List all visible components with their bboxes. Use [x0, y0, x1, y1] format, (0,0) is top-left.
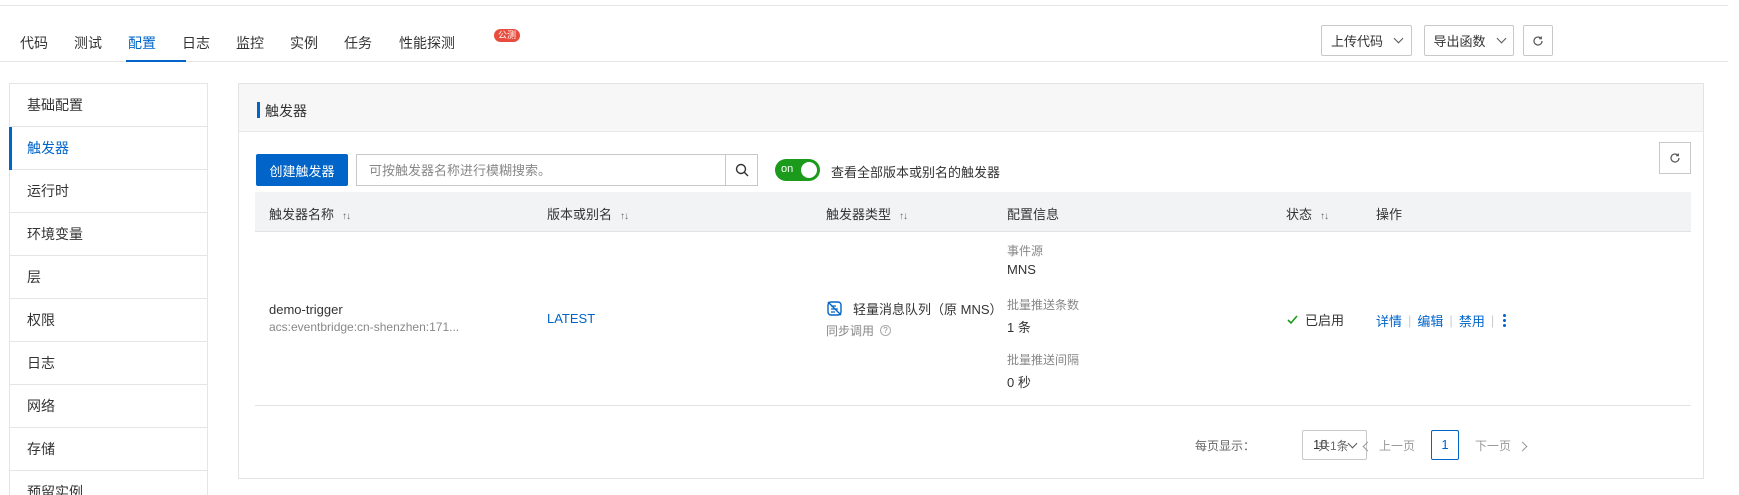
panel-title: 触发器 [265, 103, 307, 119]
sidebar-item-reserved[interactable]: 预留实例 [10, 471, 207, 495]
sidebar-item-trigger[interactable]: 触发器 [9, 127, 207, 170]
config-label-batch-interval: 批量推送间隔 [1007, 353, 1080, 367]
show-all-versions-label: 查看全部版本或别名的触发器 [831, 165, 1001, 180]
sidebar-item-layer[interactable]: 层 [10, 256, 207, 299]
top-refresh-button[interactable] [1523, 25, 1553, 56]
title-accent-bar [257, 102, 260, 118]
page-number-current[interactable]: 1 [1431, 430, 1459, 460]
next-page-label: 下一页 [1475, 439, 1512, 453]
trigger-arn: acs:eventbridge:cn-shenzhen:171... [269, 320, 460, 334]
export-function-label: 导出函数 [1433, 34, 1486, 49]
column-header-status[interactable]: 状态 ↑↓ [1286, 204, 1329, 223]
trigger-name: demo-trigger [269, 302, 343, 317]
prev-page-button[interactable]: 上一页 [1362, 437, 1416, 454]
chevron-down-icon [1347, 438, 1358, 449]
create-trigger-button[interactable]: 创建触发器 [256, 154, 348, 186]
refresh-icon [1670, 153, 1680, 163]
sidebar-item-basic[interactable]: 基础配置 [10, 84, 207, 127]
search-icon [735, 163, 748, 177]
trigger-type: 轻量消息队列（原 MNS） [826, 299, 1003, 318]
beta-badge: 公测 [494, 29, 521, 42]
toggle-state-label: on [781, 163, 794, 175]
version-link[interactable]: LATEST [547, 311, 595, 326]
column-header-name[interactable]: 触发器名称 ↑↓ [269, 204, 351, 223]
check-icon [1287, 315, 1298, 325]
chevron-down-icon [1393, 33, 1404, 44]
column-header-actions: 操作 [1376, 207, 1403, 222]
column-header-config: 配置信息 [1007, 207, 1060, 222]
panel-header: 触发器 [239, 84, 1703, 132]
upload-code-label: 上传代码 [1330, 34, 1383, 49]
tab-task[interactable]: 任务 [344, 33, 372, 53]
action-separator: | [1490, 313, 1495, 328]
config-sidebar: 基础配置 触发器 运行时 环境变量 层 权限 日志 网络 存储 预留实例 [9, 83, 208, 495]
panel-refresh-button[interactable] [1659, 142, 1691, 174]
status-label: 已启用 [1305, 313, 1345, 328]
total-count: 共1条 [1318, 439, 1349, 453]
sidebar-item-env[interactable]: 环境变量 [10, 213, 207, 256]
tab-code[interactable]: 代码 [20, 33, 48, 53]
config-label-batch-size: 批量推送条数 [1007, 298, 1080, 312]
sidebar-item-permission[interactable]: 权限 [10, 299, 207, 342]
prev-page-label: 上一页 [1379, 439, 1416, 453]
column-header-type[interactable]: 触发器类型 ↑↓ [826, 204, 908, 223]
column-header-label: 状态 [1286, 207, 1313, 222]
chevron-right-icon [1517, 441, 1528, 452]
trigger-type-label: 轻量消息队列（原 MNS） [853, 302, 1003, 317]
sort-icon: ↑↓ [1320, 211, 1329, 222]
table-header: 触发器名称 ↑↓ 版本或别名 ↑↓ 触发器类型 ↑↓ 配置信息 状态 ↑↓ 操作 [255, 192, 1691, 232]
show-all-versions-toggle[interactable]: on [775, 159, 820, 181]
column-header-label: 版本或别名 [547, 207, 613, 222]
next-page-button[interactable]: 下一页 [1475, 437, 1528, 454]
invocation-mode-label: 同步调用 [826, 324, 875, 338]
config-value-batch-size: 1 条 [1007, 320, 1031, 335]
sidebar-item-log[interactable]: 日志 [10, 342, 207, 385]
sidebar-item-network[interactable]: 网络 [10, 385, 207, 428]
config-value-source: MNS [1007, 262, 1036, 277]
sort-icon: ↑↓ [342, 211, 351, 222]
sort-icon: ↑↓ [899, 211, 908, 222]
tab-monitor[interactable]: 监控 [236, 33, 264, 53]
table-row: demo-trigger acs:eventbridge:cn-shenzhen… [255, 232, 1691, 406]
refresh-icon [1533, 35, 1543, 46]
more-actions-icon[interactable] [1500, 314, 1509, 327]
help-icon[interactable]: ? [880, 325, 892, 336]
sort-icon: ↑↓ [620, 211, 629, 222]
config-value-batch-interval: 0 秒 [1007, 375, 1031, 390]
column-header-version[interactable]: 版本或别名 ↑↓ [547, 204, 629, 223]
trigger-status: 已启用 [1286, 310, 1344, 329]
chevron-down-icon [1496, 33, 1506, 44]
invocation-mode: 同步调用 ? [826, 322, 892, 339]
trigger-panel: 触发器 创建触发器 on 查看全部版本或别名的触发器 触发器名称 ↑↓ 版本或别名… [238, 83, 1704, 479]
top-divider [0, 5, 1728, 6]
toggle-knob [801, 162, 817, 178]
action-separator: | [1449, 313, 1453, 328]
tab-log[interactable]: 日志 [182, 33, 210, 53]
tab-test[interactable]: 测试 [74, 33, 102, 53]
active-tab-indicator [126, 60, 186, 62]
action-separator: | [1408, 313, 1412, 328]
row-actions: 详情 | 编辑 | 禁用 | [1376, 311, 1509, 330]
export-function-button[interactable]: 导出函数 [1424, 25, 1514, 56]
edit-link[interactable]: 编辑 [1417, 311, 1443, 330]
message-queue-icon [827, 301, 842, 316]
trigger-search-input[interactable] [356, 154, 725, 186]
upload-code-button[interactable]: 上传代码 [1321, 25, 1412, 56]
tab-config[interactable]: 配置 [128, 33, 156, 53]
per-page-label: 每页显示： [1195, 439, 1256, 453]
chevron-left-icon [1362, 441, 1373, 452]
column-header-label: 触发器名称 [269, 207, 335, 222]
sidebar-item-runtime[interactable]: 运行时 [10, 170, 207, 213]
tab-instance[interactable]: 实例 [290, 33, 318, 53]
sidebar-item-storage[interactable]: 存储 [10, 428, 207, 471]
tab-performance[interactable]: 性能探测 [399, 33, 455, 53]
detail-link[interactable]: 详情 [1376, 311, 1402, 330]
column-header-label: 触发器类型 [826, 207, 892, 222]
disable-link[interactable]: 禁用 [1459, 311, 1485, 330]
search-button[interactable] [725, 154, 758, 186]
config-label-source: 事件源 [1007, 244, 1044, 258]
